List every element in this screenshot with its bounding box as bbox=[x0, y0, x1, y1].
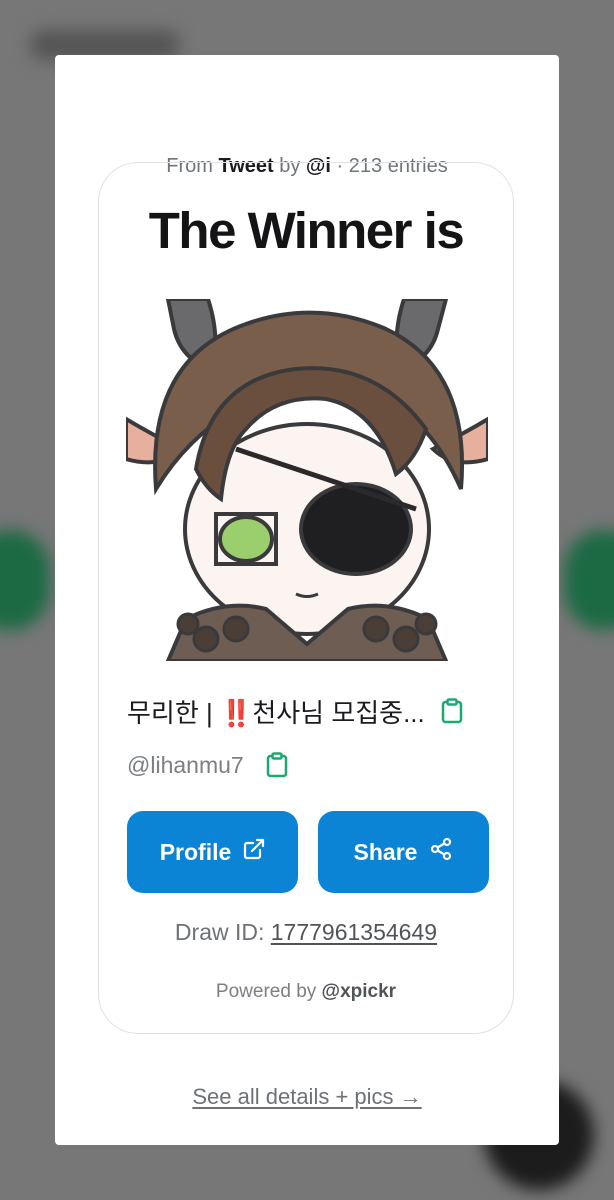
background-blur-shape bbox=[0, 530, 50, 630]
winner-handle: @lihanmu7 bbox=[127, 751, 244, 778]
share-button[interactable]: Share bbox=[318, 811, 489, 893]
powered-by-row: Powered by @xpickr bbox=[99, 981, 513, 1003]
clipboard-icon[interactable] bbox=[441, 698, 463, 724]
background-blur-shape bbox=[564, 530, 614, 630]
winner-avatar bbox=[126, 299, 488, 661]
draw-id-link[interactable]: 1777961354649 bbox=[271, 919, 437, 945]
clipboard-icon[interactable] bbox=[266, 752, 288, 778]
winner-title: The Winner is bbox=[148, 202, 465, 259]
profile-button-label: Profile bbox=[159, 838, 232, 865]
external-link-icon bbox=[243, 838, 265, 866]
draw-id-row: Draw ID: 1777961354649 bbox=[99, 919, 513, 946]
powered-by-label: Powered by bbox=[215, 981, 317, 1002]
see-all-details-link[interactable]: See all details + pics → bbox=[55, 1084, 559, 1110]
winner-handle-row: @lihanmu7 bbox=[127, 748, 288, 782]
profile-button[interactable]: Profile bbox=[127, 811, 298, 893]
powered-by-brand[interactable]: @xpickr bbox=[322, 981, 397, 1002]
winner-name-row: 무리한 | ‼️천사님 모집중... bbox=[127, 693, 487, 729]
share-button-label: Share bbox=[353, 838, 418, 865]
draw-id-label: Draw ID: bbox=[174, 919, 265, 945]
winner-modal: From Tweet by @i · 213 entries The Winne… bbox=[55, 55, 559, 1145]
share-icon bbox=[429, 837, 453, 867]
winner-card: The Winner is 무리한 | ‼️천사님 모집중... @lihanm… bbox=[98, 162, 514, 1034]
winner-display-name: 무리한 | ‼️천사님 모집중... bbox=[127, 697, 425, 728]
